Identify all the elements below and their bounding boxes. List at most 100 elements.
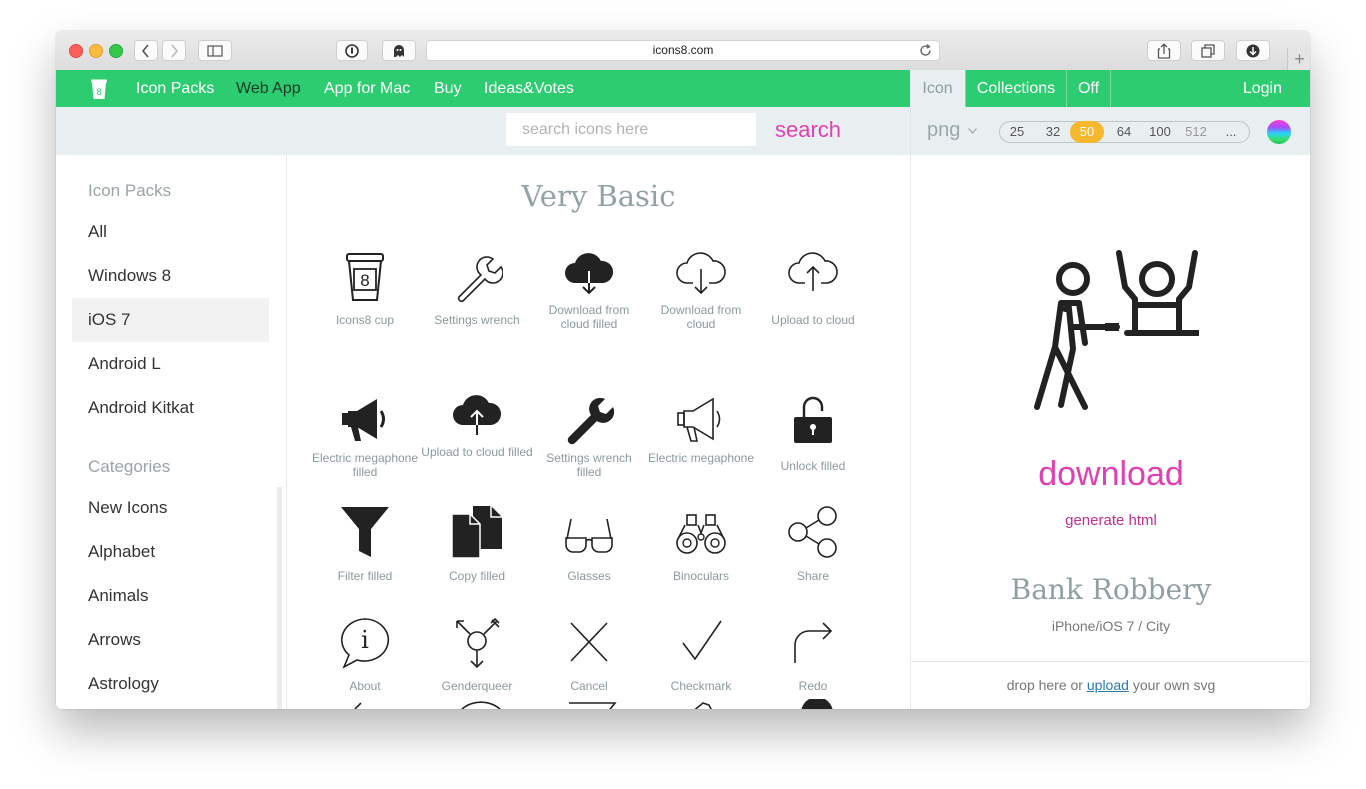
icon-label: About bbox=[349, 679, 381, 693]
size-option-512[interactable]: 512 bbox=[1179, 122, 1213, 142]
icon-tile[interactable]: Settings wrench filled bbox=[533, 393, 645, 479]
share-nodes-icon bbox=[788, 506, 837, 558]
size-option-64[interactable]: 64 bbox=[1107, 122, 1141, 142]
size-option-50[interactable]: 50 bbox=[1070, 121, 1104, 143]
chevron-left-icon bbox=[141, 44, 149, 58]
bank-robbery-icon bbox=[1034, 250, 1199, 410]
megaphone-filled-icon bbox=[342, 399, 385, 441]
sidebar-item-alphabet[interactable]: Alphabet bbox=[72, 530, 269, 574]
icon-tile[interactable]: Electric megaphone bbox=[645, 393, 757, 465]
password-extension-button[interactable] bbox=[336, 40, 368, 61]
icon-tile[interactable]: Unlock filled bbox=[757, 393, 869, 473]
icon-tile[interactable]: Redo bbox=[757, 615, 869, 693]
sidebar-item-astrology[interactable]: Astrology bbox=[72, 662, 269, 706]
icon-tile[interactable]: Electric megaphone filled bbox=[309, 393, 421, 479]
site-navbar: 8 Icon Packs Web App App for Mac Buy Ide… bbox=[56, 70, 1310, 107]
search-button[interactable]: search bbox=[775, 116, 841, 144]
share-button[interactable] bbox=[1147, 40, 1181, 61]
icon-label: Unlock filled bbox=[780, 459, 846, 473]
glasses-icon bbox=[565, 518, 613, 553]
tab-icon[interactable]: Icon bbox=[910, 70, 965, 107]
browser-toolbar: icons8.com + bbox=[56, 31, 1310, 71]
sidebar-item-animals[interactable]: Animals bbox=[72, 574, 269, 618]
icon-tile[interactable]: Download from cloud bbox=[645, 251, 757, 331]
icon-tile[interactable]: i About bbox=[309, 615, 421, 693]
drop-prefix-text: drop here or bbox=[1006, 677, 1083, 693]
cloud-upload-filled-icon bbox=[453, 395, 502, 435]
format-select[interactable]: png bbox=[927, 119, 960, 142]
icons8-logo-icon[interactable]: 8 bbox=[90, 78, 108, 100]
downloads-button[interactable] bbox=[1236, 40, 1270, 61]
icon-tile[interactable]: Settings wrench bbox=[421, 251, 533, 327]
zoom-window-button[interactable] bbox=[109, 44, 123, 58]
sidebar-toggle-button[interactable] bbox=[198, 40, 232, 61]
svg-dropzone[interactable]: drop here or upload your own svg bbox=[911, 661, 1310, 709]
nav-app-for-mac[interactable]: App for Mac bbox=[324, 70, 410, 107]
generate-html-link[interactable]: generate html bbox=[911, 512, 1310, 529]
sidebar-scrollbar[interactable] bbox=[277, 487, 282, 709]
sidebar-packs-heading: Icon Packs bbox=[88, 181, 172, 200]
icon-tile[interactable]: Copy filled bbox=[421, 505, 533, 583]
sidebar-item-arrows[interactable]: Arrows bbox=[72, 618, 269, 662]
icon-label: Filter filled bbox=[337, 569, 393, 583]
size-option-more[interactable]: ... bbox=[1214, 122, 1248, 142]
sidebar-item-android-kitkat[interactable]: Android Kitkat bbox=[72, 386, 269, 430]
address-bar[interactable]: icons8.com bbox=[426, 40, 940, 61]
keyhole-icon bbox=[345, 44, 359, 58]
icon-label: Binoculars bbox=[672, 569, 730, 583]
color-picker-button[interactable] bbox=[1267, 120, 1291, 144]
chevron-down-icon[interactable] bbox=[968, 128, 977, 134]
icon-tile[interactable]: Binoculars bbox=[645, 505, 757, 583]
binoculars-icon bbox=[676, 514, 726, 554]
download-button[interactable]: download bbox=[911, 455, 1310, 494]
cancel-x-icon bbox=[570, 622, 608, 662]
icon-tile[interactable]: Checkmark bbox=[645, 615, 757, 693]
search-input[interactable] bbox=[506, 113, 756, 146]
nav-web-app[interactable]: Web App bbox=[236, 70, 301, 107]
back-button[interactable] bbox=[134, 40, 158, 61]
partial-icon bbox=[461, 701, 501, 709]
icon-tile[interactable]: Share bbox=[757, 505, 869, 583]
size-selector: 25 32 50 64 100 512 ... bbox=[999, 121, 1250, 143]
minimize-window-button[interactable] bbox=[89, 44, 103, 58]
nav-icon-packs[interactable]: Icon Packs bbox=[136, 70, 214, 107]
new-tab-button[interactable]: + bbox=[1287, 48, 1310, 70]
ghost-icon bbox=[394, 45, 404, 57]
icon-tile[interactable]: Download from cloud filled bbox=[533, 251, 645, 331]
sidebar-item-ios-7[interactable]: iOS 7 bbox=[72, 298, 269, 342]
icon-tile[interactable]: Filter filled bbox=[309, 505, 421, 583]
forward-button[interactable] bbox=[162, 40, 186, 61]
ghostery-extension-button[interactable] bbox=[382, 40, 416, 61]
sidebar-item-all[interactable]: All bbox=[72, 210, 269, 254]
icon-tile[interactable]: 8 Icons8 cup bbox=[309, 251, 421, 327]
tab-collections[interactable]: Collections bbox=[965, 70, 1066, 107]
size-option-32[interactable]: 32 bbox=[1036, 122, 1070, 142]
size-option-100[interactable]: 100 bbox=[1143, 122, 1177, 142]
sidebar-item-new-icons[interactable]: New Icons bbox=[72, 486, 269, 530]
nav-ideas-votes[interactable]: Ideas&Votes bbox=[484, 70, 574, 107]
tab-off[interactable]: Off bbox=[1066, 70, 1111, 107]
icon-label: Upload to cloud filled bbox=[421, 445, 533, 459]
close-window-button[interactable] bbox=[69, 44, 83, 58]
svg-text:8: 8 bbox=[96, 87, 101, 97]
icon-label: Redo bbox=[798, 679, 828, 693]
svg-text:8: 8 bbox=[360, 271, 369, 290]
icon-tile[interactable]: Cancel bbox=[533, 615, 645, 693]
reload-icon[interactable] bbox=[918, 43, 933, 58]
icon-tile[interactable]: Upload to cloud bbox=[757, 251, 869, 327]
redo-arrow-icon bbox=[794, 622, 833, 663]
sidebar-item-windows-8[interactable]: Windows 8 bbox=[72, 254, 269, 298]
format-options: png 25 32 50 64 100 512 ... bbox=[910, 107, 1310, 155]
download-arrow-icon bbox=[1246, 44, 1260, 58]
tabs-overview-button[interactable] bbox=[1191, 40, 1225, 61]
icon-tile[interactable]: Genderqueer bbox=[421, 615, 533, 693]
size-option-25[interactable]: 25 bbox=[1000, 122, 1034, 142]
sidebar-item-android-l[interactable]: Android L bbox=[72, 342, 269, 386]
icon-tile[interactable]: Glasses bbox=[533, 505, 645, 583]
search-bar: search bbox=[56, 107, 910, 155]
url-text: icons8.com bbox=[652, 43, 714, 57]
nav-buy[interactable]: Buy bbox=[434, 70, 462, 107]
upload-link[interactable]: upload bbox=[1087, 677, 1129, 693]
icon-tile[interactable]: Upload to cloud filled bbox=[421, 393, 533, 459]
login-link[interactable]: Login bbox=[1243, 70, 1282, 107]
